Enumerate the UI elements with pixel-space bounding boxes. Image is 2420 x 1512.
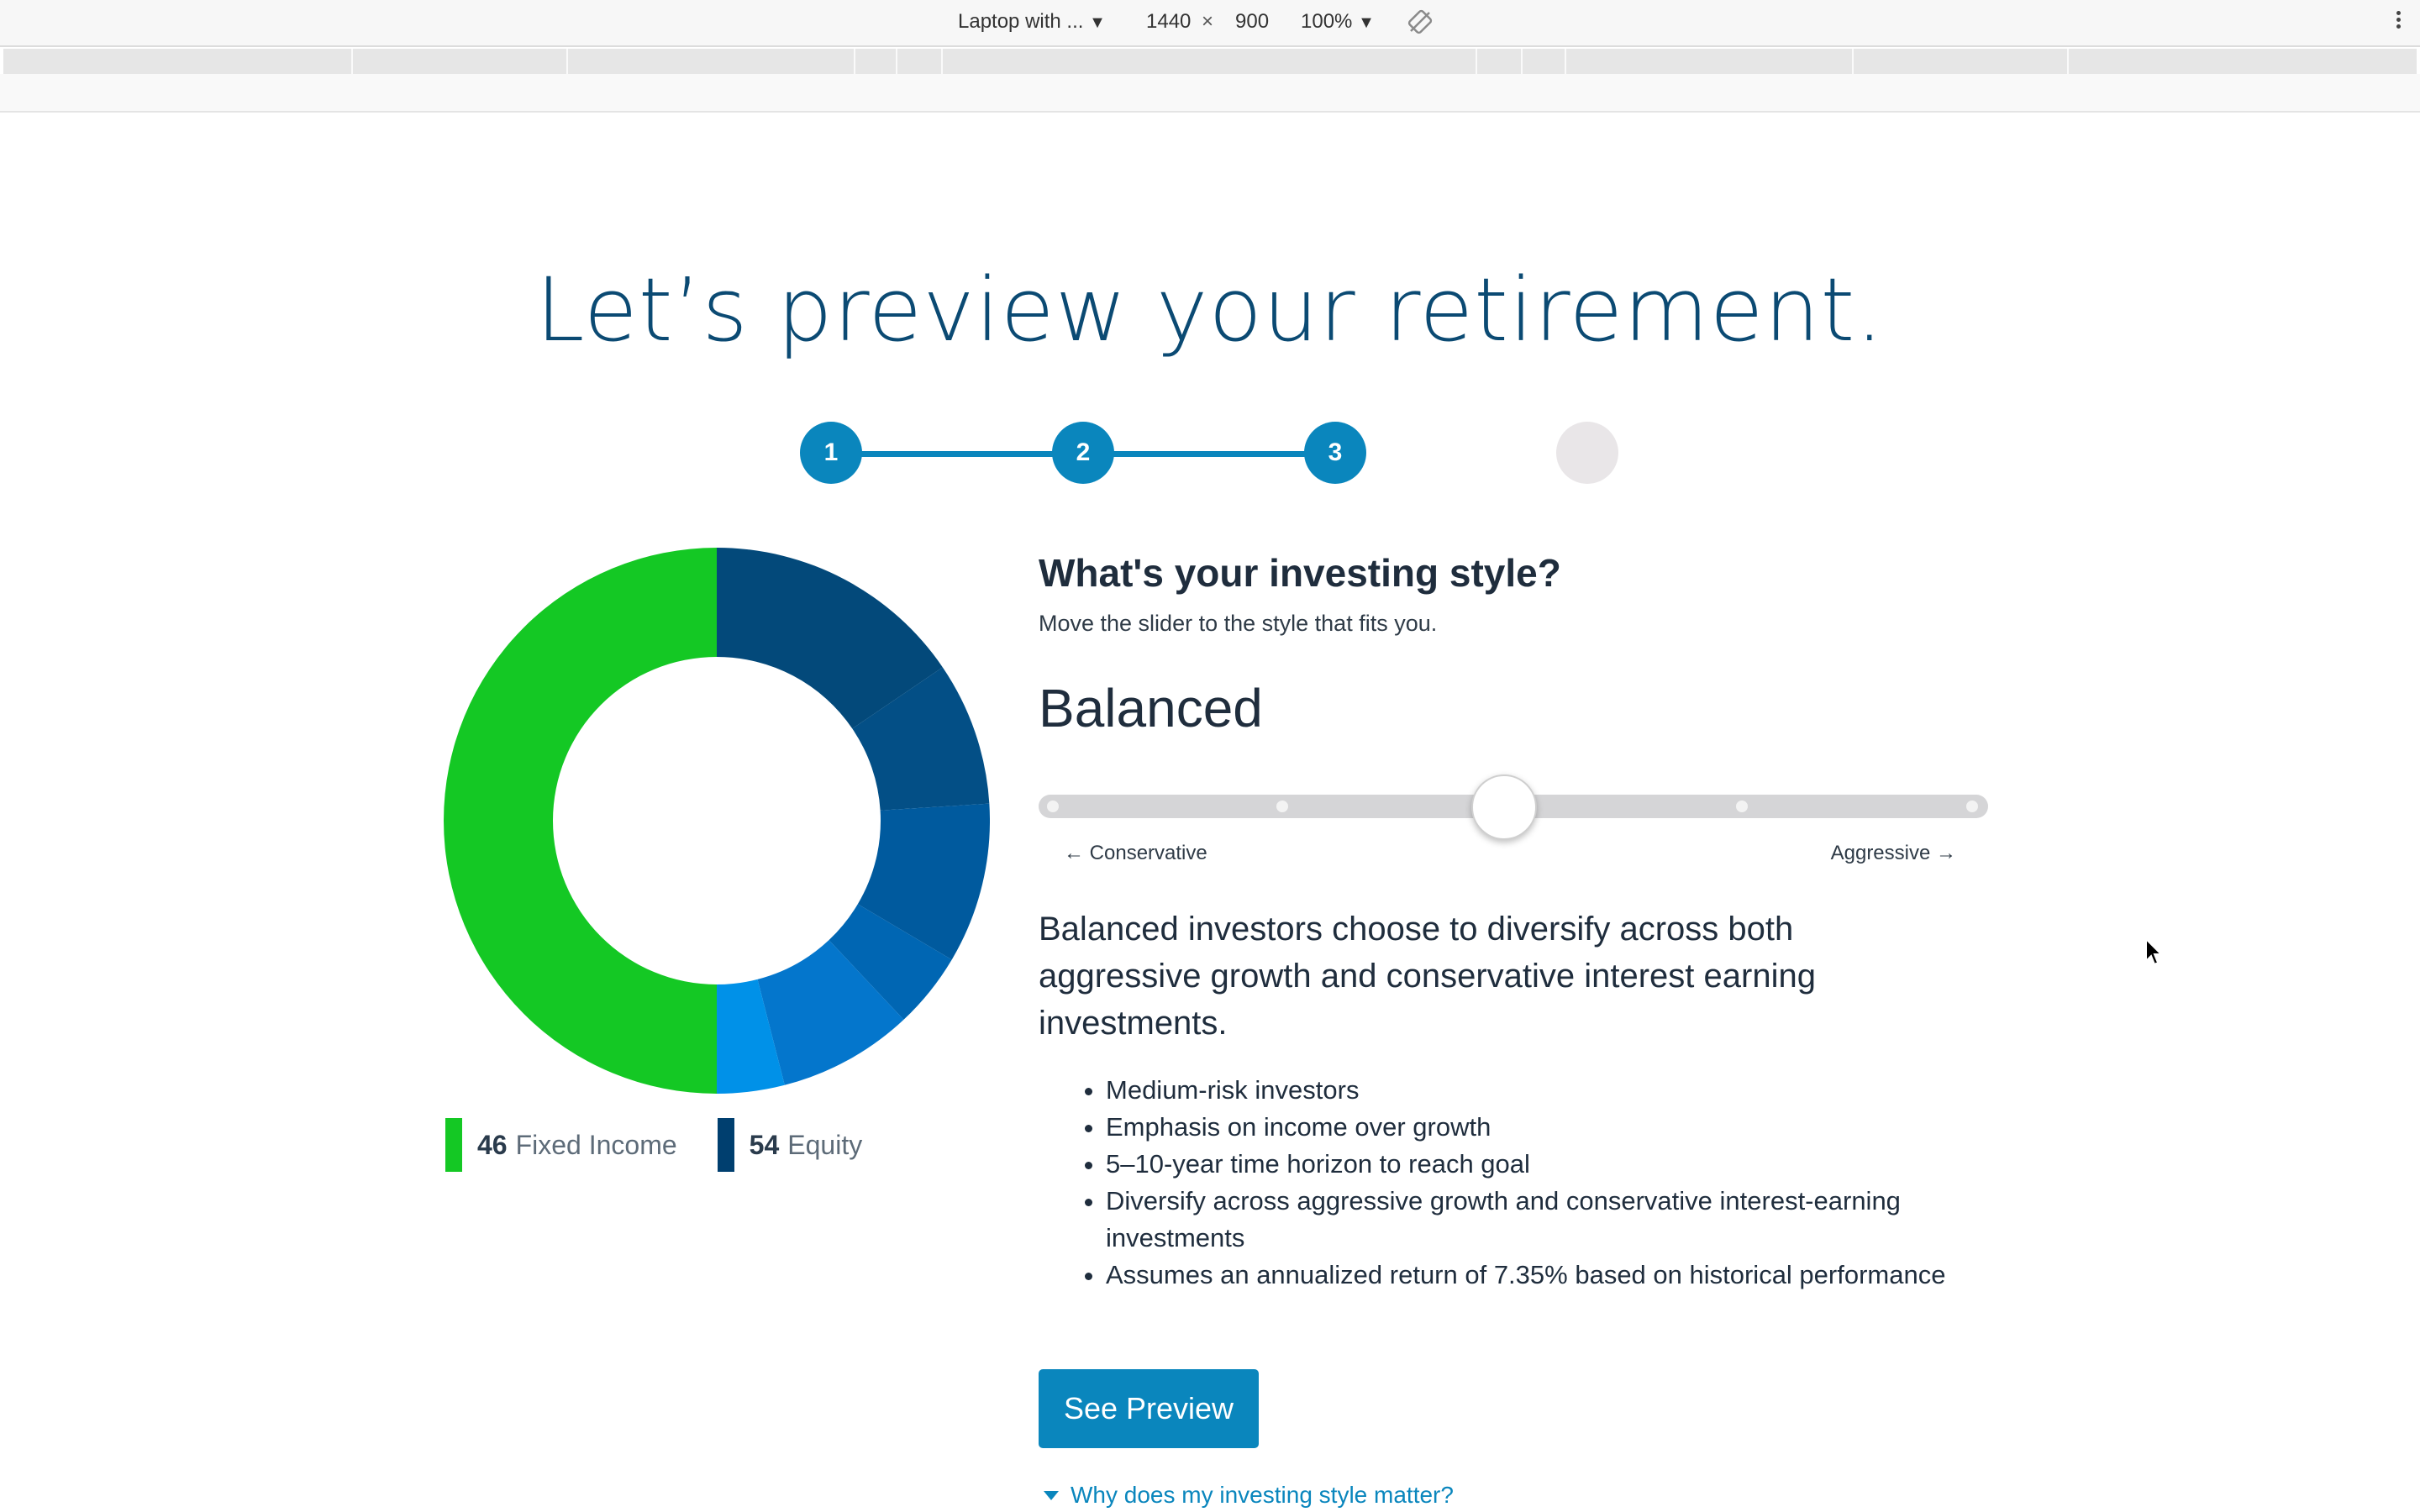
more-options-icon[interactable]: [2393, 8, 2403, 35]
slider-labels: ← Conservative Aggressive →: [1039, 842, 1988, 875]
progress-stepper: 1 2 3: [800, 422, 1623, 486]
stepper-connector: [850, 451, 1060, 457]
donut-segment-7[interactable]: [444, 548, 717, 1094]
device-frame-bar: [0, 74, 2420, 113]
caret-down-icon: [1044, 1490, 1059, 1500]
zoom-select[interactable]: 100% ▼: [1301, 8, 1375, 36]
equity-percent: 54: [749, 1129, 780, 1160]
list-item: Diversify across aggressive growth and c…: [1106, 1183, 1980, 1257]
legend-equity: 54 Equity: [717, 1118, 863, 1172]
see-preview-button[interactable]: See Preview: [1039, 1369, 1259, 1448]
list-item: 5–10-year time horizon to reach goal: [1106, 1146, 1980, 1183]
equity-label: Equity: [787, 1129, 863, 1160]
legend-swatch: [445, 1118, 462, 1172]
chevron-down-icon: ▼: [1089, 13, 1106, 32]
page-title: Let’s preview your retirement.: [535, 259, 1885, 361]
viewport-height-input[interactable]: 900: [1235, 8, 1269, 35]
step-2[interactable]: 2: [1052, 422, 1114, 484]
selected-style: Balanced: [1039, 678, 1263, 738]
stepper-connector: [1102, 451, 1313, 457]
why-investing-style-label: Why does my investing style matter?: [1071, 1482, 1454, 1508]
times-icon: ×: [1202, 10, 1214, 33]
donut-svg: [444, 548, 990, 1094]
zoom-select-label: 100%: [1301, 10, 1353, 33]
device-select[interactable]: Laptop with ... ▼: [958, 8, 1106, 36]
question-title: What's your investing style?: [1039, 551, 1561, 595]
allocation-donut-chart: [444, 548, 990, 1094]
chevron-down-icon: ▼: [1358, 13, 1375, 32]
fixed-income-label: Fixed Income: [515, 1129, 677, 1160]
legend-fixed-income: 46 Fixed Income: [445, 1118, 677, 1172]
conservative-label: ← Conservative: [1064, 842, 1207, 864]
step-3[interactable]: 3: [1304, 422, 1366, 484]
allocation-legend: 46 Fixed Income 54 Equity: [445, 1117, 902, 1173]
step-1[interactable]: 1: [800, 422, 862, 484]
question-subtitle: Move the slider to the style that fits y…: [1039, 611, 1438, 636]
slider-stop[interactable]: [1736, 801, 1748, 812]
device-select-label: Laptop with ...: [958, 10, 1084, 33]
slider-stop[interactable]: [1966, 801, 1978, 812]
slider-stop[interactable]: [1047, 801, 1059, 812]
fixed-income-percent: 46: [477, 1129, 508, 1160]
mouse-cursor-icon: [2145, 937, 2164, 966]
list-item: Assumes an annualized return of 7.35% ba…: [1106, 1257, 1980, 1294]
slider-stop[interactable]: [1276, 801, 1288, 812]
why-investing-style-link[interactable]: Why does my investing style matter?: [1039, 1482, 1988, 1509]
viewport-width-input[interactable]: 1440: [1146, 8, 1191, 35]
legend-swatch: [717, 1118, 734, 1172]
list-item: Emphasis on income over growth: [1106, 1109, 1980, 1146]
aggressive-label: Aggressive →: [1830, 842, 1956, 864]
media-query-ruler[interactable]: [3, 49, 2417, 74]
devtools-toolbar: Laptop with ... ▼ 1440 × 900 100% ▼: [0, 0, 2420, 47]
style-bullets: Medium-risk investors Emphasis on income…: [1039, 1072, 1980, 1294]
step-4: [1556, 422, 1618, 484]
list-item: Medium-risk investors: [1106, 1072, 1980, 1109]
investing-style-slider[interactable]: [1039, 774, 1988, 840]
slider-handle[interactable]: [1471, 774, 1537, 840]
rotate-icon[interactable]: [1407, 8, 1434, 35]
investing-style-panel: What's your investing style? Move the sl…: [1039, 550, 1988, 1509]
style-description: Balanced investors choose to diversify a…: [1039, 911, 1816, 1042]
